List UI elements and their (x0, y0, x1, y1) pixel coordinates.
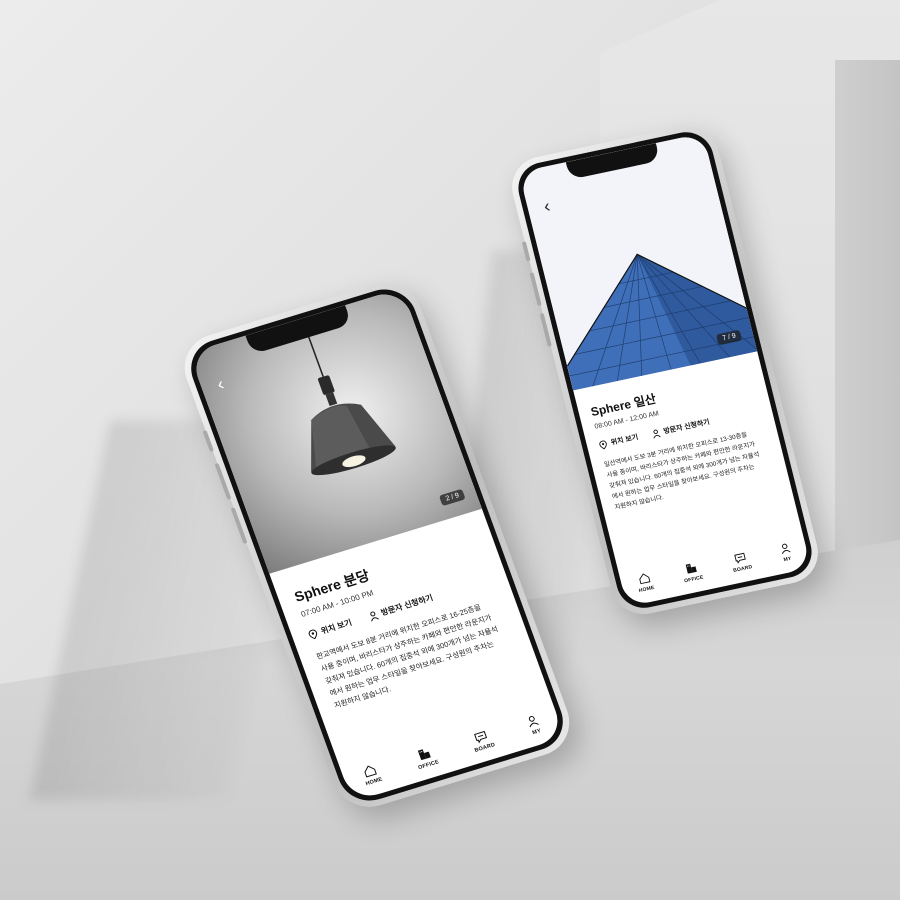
visitor-request-button[interactable]: 방문자 신청하기 (651, 417, 711, 439)
board-icon (474, 730, 488, 744)
tab-home-label: HOME (638, 584, 656, 595)
tab-board[interactable]: BOARD (729, 551, 753, 574)
tab-my[interactable]: MY (778, 542, 794, 564)
person-icon (653, 429, 661, 439)
location-pin-icon (599, 440, 607, 449)
office-icon (418, 749, 432, 761)
person-icon (781, 543, 791, 555)
person-icon (369, 611, 379, 622)
visitor-request-label: 방문자 신청하기 (662, 418, 711, 436)
mockup-scene: ‹ 2 / 9 Sphere 분당 07:00 AM - 10:00 PM 위치… (0, 0, 900, 900)
tab-office-label: OFFICE (683, 574, 705, 585)
tab-board[interactable]: BOARD (469, 728, 496, 754)
tab-office[interactable]: OFFICE (412, 745, 440, 771)
view-location-label: 위치 보기 (610, 434, 640, 447)
home-icon (638, 573, 651, 585)
tab-home[interactable]: HOME (635, 571, 655, 594)
board-icon (734, 552, 746, 564)
view-location-button[interactable]: 위치 보기 (307, 617, 354, 640)
office-photo-carousel[interactable]: ‹ 7 / 9 (518, 133, 758, 391)
glass-building-image (566, 253, 758, 391)
tab-office[interactable]: OFFICE (680, 561, 704, 584)
home-icon (364, 765, 378, 778)
person-icon (529, 715, 540, 728)
office-icon (685, 563, 697, 574)
office-description: 판교역에서 도보 8분 거리에 위치한 오피스로 16-25층을 사용 중이며,… (315, 596, 519, 712)
tab-my[interactable]: MY (525, 713, 544, 736)
visitor-request-label: 방문자 신청하기 (379, 593, 435, 618)
location-pin-icon (308, 629, 317, 639)
tab-board-label: BOARD (732, 564, 754, 574)
tab-home-label: HOME (364, 776, 384, 788)
tab-home[interactable]: HOME (360, 762, 384, 787)
view-location-button[interactable]: 위치 보기 (598, 432, 639, 450)
tab-my-label: MY (531, 728, 543, 737)
tab-my-label: MY (783, 555, 793, 564)
view-location-label: 위치 보기 (319, 617, 354, 636)
